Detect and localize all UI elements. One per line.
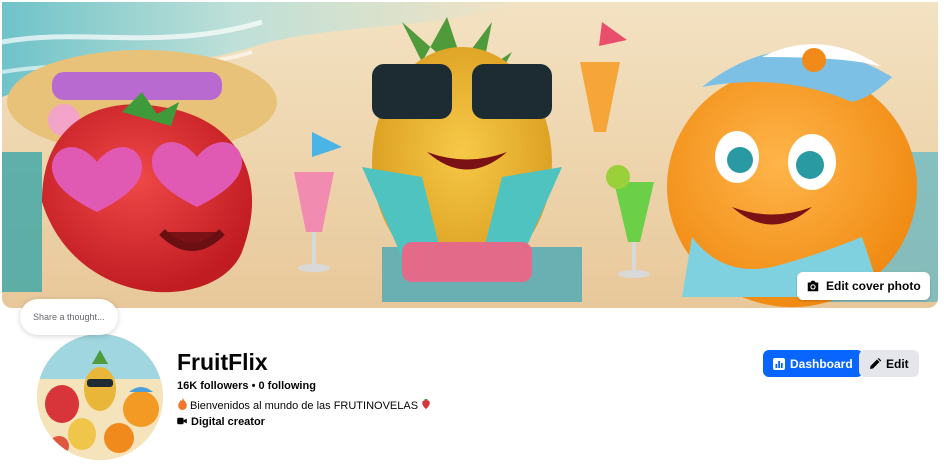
edit-cover-photo-button[interactable]: Edit cover photo	[797, 272, 930, 300]
pencil-icon	[869, 357, 881, 370]
share-thought-text: Share a thought...	[33, 312, 105, 322]
edit-profile-button[interactable]: Edit	[859, 350, 919, 377]
strawberry-icon	[420, 398, 432, 413]
dashboard-label: Dashboard	[790, 356, 853, 371]
flame-icon	[177, 398, 188, 413]
cover-illustration	[2, 2, 938, 308]
bar-chart-icon	[773, 357, 785, 370]
category-label: Digital creator	[191, 416, 265, 428]
profile-bio: Bienvenidos al mundo de las FRUTINOVELAS	[177, 398, 432, 413]
dashboard-button[interactable]: Dashboard	[763, 350, 863, 377]
profile-category: Digital creator	[177, 416, 265, 428]
profile-avatar[interactable]	[34, 331, 166, 463]
cover-photo[interactable]: Edit cover photo	[2, 2, 938, 308]
share-thought-bubble[interactable]: Share a thought...	[20, 299, 118, 335]
edit-label: Edit	[886, 356, 909, 371]
video-camera-icon	[177, 416, 187, 428]
follower-stats[interactable]: 16K followers • 0 following	[177, 380, 316, 392]
bio-text: Bienvenidos al mundo de las FRUTINOVELAS	[190, 399, 419, 412]
avatar-illustration	[37, 334, 163, 460]
edit-cover-photo-label: Edit cover photo	[826, 279, 921, 293]
camera-icon	[806, 279, 820, 293]
profile-name: FruitFlix	[177, 349, 268, 375]
